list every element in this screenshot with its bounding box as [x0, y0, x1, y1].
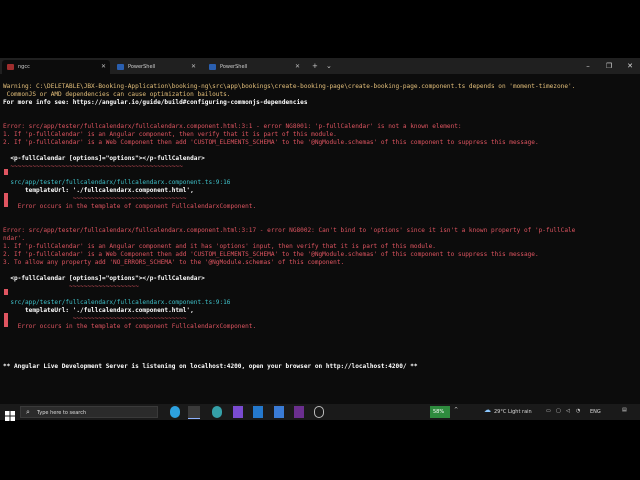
- maximize-button[interactable]: ❐: [599, 58, 619, 74]
- terminal-line: ~~~~~~~~~~~~~~~~~~~: [3, 283, 139, 290]
- weather-text[interactable]: 29°C Light rain: [494, 409, 532, 415]
- terminal-icon: [7, 64, 14, 70]
- notification-icon[interactable]: ▢: [556, 408, 561, 414]
- search-placeholder: Type here to search: [37, 410, 87, 416]
- terminal-line: 3. To allow any property add 'NO_ERRORS_…: [3, 259, 345, 266]
- network-icon[interactable]: ▭: [546, 408, 551, 414]
- powershell-icon: [117, 64, 124, 70]
- volume-icon[interactable]: ◁: [566, 408, 570, 414]
- terminal-line: 2. If 'p-fullCalendar' is a Web Componen…: [3, 251, 539, 258]
- app-icon[interactable]: [294, 406, 304, 418]
- terminal-line: For more info see: https://angular.io/gu…: [3, 99, 308, 106]
- tab-ngcc[interactable]: ngcc ✕: [2, 60, 110, 74]
- vscode-icon[interactable]: [253, 406, 263, 418]
- tab-label: PowerShell: [128, 64, 156, 70]
- tab-powershell-1[interactable]: PowerShell ✕: [112, 60, 200, 74]
- taskbar-search-box[interactable]: ⌕ Type here to search: [20, 406, 158, 418]
- terminal-line: src/app/tester/fullcalendarx/fullcalenda…: [3, 179, 231, 186]
- terminal-line: ~~~~~~~~~~~~~~~~~~~~~~~~~~~~~~~: [3, 315, 187, 322]
- edge-icon[interactable]: [170, 406, 180, 418]
- terminal-output[interactable]: Warning: C:\DELETABLE\JBX-Booking-Applic…: [3, 83, 635, 403]
- terminal-line: templateUrl: './fullcalendarx.component.…: [3, 187, 194, 194]
- terminal-line: Error occurs in the template of componen…: [3, 323, 257, 330]
- tab-label: PowerShell: [220, 64, 248, 70]
- terminal-line: src/app/tester/fullcalendarx/fullcalenda…: [3, 299, 231, 306]
- terminal-line: 2. If 'p-fullCalendar' is a Web Componen…: [3, 139, 539, 146]
- terminal-line: <p-fullCalendar [options]="options"></p-…: [3, 275, 205, 282]
- settings-icon[interactable]: [314, 406, 324, 418]
- terminal-line: Error: src/app/tester/fullcalendarx/full…: [3, 123, 462, 130]
- browser-icon[interactable]: [212, 406, 222, 418]
- battery-level: 58%: [433, 409, 445, 415]
- windows-start-icon[interactable]: [5, 406, 17, 421]
- minimize-button[interactable]: –: [578, 58, 598, 74]
- new-tab-button[interactable]: +: [312, 58, 318, 74]
- terminal-line: ** Angular Live Development Server is li…: [3, 363, 418, 370]
- visual-studio-icon[interactable]: [233, 406, 243, 418]
- weather-icon: ☁: [484, 406, 491, 414]
- close-tab-icon[interactable]: ✕: [295, 60, 300, 74]
- close-button[interactable]: ✕: [620, 58, 640, 74]
- terminal-window: ngcc ✕ PowerShell ✕ PowerShell ✕ + ⌄ – ❐…: [0, 58, 640, 404]
- tab-bar: ngcc ✕ PowerShell ✕ PowerShell ✕ + ⌄ – ❐…: [0, 58, 640, 74]
- battery-indicator[interactable]: 58%: [430, 406, 450, 418]
- terminal-taskbar-icon[interactable]: [188, 406, 200, 419]
- terminal-line: <p-fullCalendar [options]="options"></p-…: [3, 155, 205, 162]
- terminal-line: 1. If 'p-fullCalendar' is an Angular com…: [3, 131, 337, 138]
- terminal-line: CommonJS or AMD dependencies can cause o…: [3, 91, 231, 98]
- terminal-line: ~~~~~~~~~~~~~~~~~~~~~~~~~~~~~~~: [3, 195, 187, 202]
- action-center-icon[interactable]: ▤: [622, 407, 627, 413]
- app-icon[interactable]: [274, 406, 284, 418]
- search-icon: ⌕: [26, 408, 30, 416]
- terminal-line: ~~~~~~~~~~~~~~~~~~~~~~~~~~~~~~~~~~~~~~~~…: [3, 163, 183, 170]
- terminal-line: ndar'.: [3, 235, 26, 242]
- tab-label: ngcc: [18, 64, 30, 70]
- wifi-icon[interactable]: ◔: [576, 408, 580, 414]
- terminal-line: templateUrl: './fullcalendarx.component.…: [3, 307, 194, 314]
- tab-dropdown-icon[interactable]: ⌄: [326, 58, 332, 74]
- taskbar: ⌕ Type here to search 58% ^ ☁ 29°C Light…: [0, 404, 640, 421]
- close-tab-icon[interactable]: ✕: [191, 60, 196, 74]
- terminal-line: Error occurs in the template of componen…: [3, 203, 257, 210]
- language-indicator[interactable]: ENG: [590, 409, 601, 415]
- chevron-up-icon[interactable]: ^: [454, 407, 458, 413]
- tab-powershell-2[interactable]: PowerShell ✕: [204, 60, 304, 74]
- close-tab-icon[interactable]: ✕: [101, 60, 106, 74]
- terminal-line: Error: src/app/tester/fullcalendarx/full…: [3, 227, 576, 234]
- powershell-icon: [209, 64, 216, 70]
- terminal-line: 1. If 'p-fullCalendar' is an Angular com…: [3, 243, 436, 250]
- terminal-line: Warning: C:\DELETABLE\JBX-Booking-Applic…: [3, 83, 576, 90]
